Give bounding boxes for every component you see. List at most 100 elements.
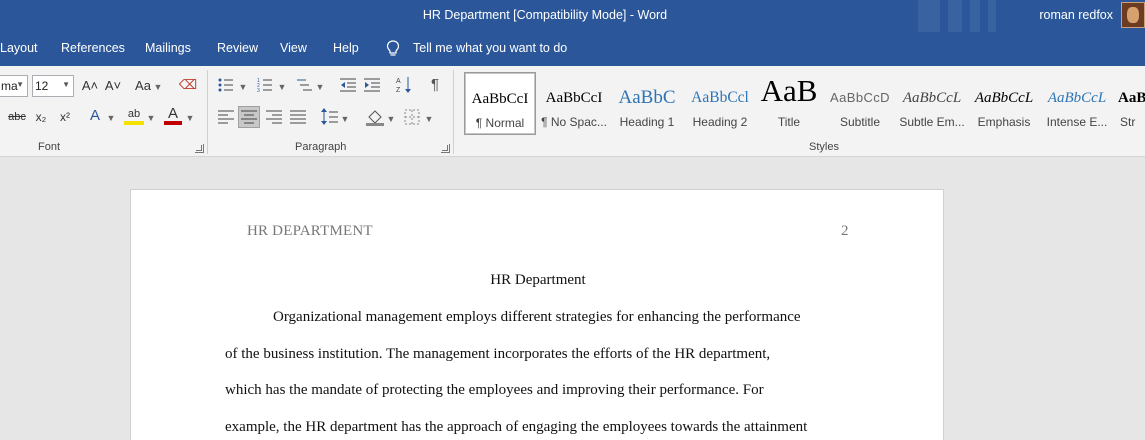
document-canvas: HR DEPARTMENT 2 HR Department Organizati… [0, 157, 1145, 440]
paragraph-group-label: Paragraph [295, 141, 347, 153]
align-center-button[interactable] [238, 106, 260, 128]
style-name: ¶ No Spac... [541, 115, 607, 129]
body-line: which has the mandate of protecting the … [225, 382, 764, 398]
chevron-down-icon[interactable]: ▼ [185, 109, 195, 127]
font-name-combo[interactable]: ma ▼ [0, 75, 28, 97]
account-name[interactable]: roman redfox [1039, 8, 1113, 22]
style-name: Emphasis [977, 115, 1031, 129]
chevron-down-icon[interactable]: ▼ [238, 78, 248, 96]
style-emphasis[interactable]: AaBbCcL Emphasis [969, 72, 1039, 135]
align-right-icon[interactable] [266, 110, 282, 124]
chevron-down-icon[interactable]: ▼ [153, 78, 163, 96]
highlight-color-button[interactable]: ab [124, 107, 144, 125]
numbering-icon[interactable]: 1 2 3 [257, 78, 273, 92]
subscript-button[interactable]: x₂ [32, 108, 50, 126]
chevron-down-icon[interactable]: ▼ [106, 109, 116, 127]
style-name: Heading 1 [619, 115, 675, 129]
chevron-down-icon[interactable]: ▼ [146, 109, 156, 127]
style-sample: AaBbCcI [471, 91, 529, 107]
chevron-down-icon[interactable]: ▼ [424, 110, 434, 128]
svg-text:3: 3 [257, 88, 260, 92]
font-dialog-launcher-icon[interactable] [195, 144, 204, 153]
bullets-icon[interactable] [218, 78, 234, 92]
style-name: Subtitle [839, 115, 881, 129]
tab-layout[interactable]: Layout [0, 41, 38, 55]
page-number: 2 [841, 223, 849, 239]
sort-icon[interactable]: AZ [396, 76, 412, 94]
superscript-button[interactable]: x² [56, 108, 74, 126]
tab-mailings[interactable]: Mailings [145, 41, 191, 55]
chevron-down-icon: ▼ [62, 80, 70, 89]
body-line: Organizational management employs differ… [273, 309, 801, 325]
paragraph-dialog-launcher-icon[interactable] [441, 144, 450, 153]
style-sample: AaBbCcD [830, 90, 890, 105]
style-intense-emphasis[interactable]: AaBbCcL Intense E... [1042, 72, 1112, 135]
borders-icon[interactable] [404, 109, 420, 125]
document-page[interactable]: HR DEPARTMENT 2 HR Department Organizati… [130, 189, 944, 440]
shading-icon[interactable] [366, 108, 384, 126]
font-group-label: Font [38, 141, 61, 153]
style-sample: AaB [760, 73, 818, 108]
style-name: Str [1120, 115, 1136, 129]
running-head: HR DEPARTMENT [247, 223, 373, 239]
style-subtle-emphasis[interactable]: AaBbCcL Subtle Em... [897, 72, 967, 135]
group-divider [453, 70, 454, 154]
strikethrough-button[interactable]: abc [6, 108, 28, 126]
style-name: Intense E... [1046, 115, 1108, 129]
style-sample: AaBbCcl [691, 89, 749, 106]
document-title: HR Department [490, 272, 586, 288]
style-sample: AaBbCcL [1047, 90, 1107, 106]
chevron-down-icon[interactable]: ▼ [386, 110, 396, 128]
window-title: HR Department [Compatibility Mode] - Wor… [422, 8, 668, 22]
align-center-icon [241, 110, 257, 124]
style-sample: AaBbC [618, 87, 676, 108]
tell-me-search[interactable]: Tell me what you want to do [413, 41, 567, 55]
style-no-spacing[interactable]: AaBbCcI ¶ No Spac... [538, 72, 610, 135]
style-strong[interactable]: AaB Str [1114, 72, 1145, 135]
style-subtitle[interactable]: AaBbCcD Subtitle [824, 72, 896, 135]
align-left-icon[interactable] [218, 110, 234, 124]
ribbon: ma ▼ 12 ▼ A˄ A˅ Aa ▼ ⌫ abc x₂ x² A ▼ ab … [0, 66, 1145, 157]
tab-review[interactable]: Review [217, 41, 258, 55]
avatar[interactable] [1121, 2, 1145, 28]
svg-text:Z: Z [396, 87, 401, 94]
chevron-down-icon[interactable]: ▼ [315, 78, 325, 96]
style-sample: AaBbCcL [902, 90, 962, 106]
change-case-button[interactable]: Aa [133, 77, 153, 95]
grow-font-button[interactable]: A˄ [80, 77, 100, 95]
style-name: Title [777, 115, 801, 129]
chevron-down-icon[interactable]: ▼ [340, 110, 350, 128]
font-size-combo[interactable]: 12 ▼ [32, 75, 74, 97]
body-line: example, the HR department has the appro… [225, 419, 808, 435]
ribbon-tabs: Layout References Mailings Review View H… [0, 32, 1145, 66]
line-spacing-icon[interactable] [320, 108, 338, 126]
text-effects-button[interactable]: A [86, 107, 104, 125]
tab-help[interactable]: Help [333, 41, 359, 55]
tab-references[interactable]: References [61, 41, 125, 55]
style-title[interactable]: AaB Title [758, 72, 820, 135]
style-name: ¶ Normal [475, 116, 525, 130]
multilevel-list-icon[interactable] [296, 78, 312, 92]
clear-formatting-icon[interactable]: ⌫ [177, 76, 199, 94]
style-name: Heading 2 [692, 115, 748, 129]
style-heading-1[interactable]: AaBbC Heading 1 [611, 72, 683, 135]
body-line: of the business institution. The managem… [225, 346, 771, 362]
justify-icon[interactable] [290, 110, 306, 124]
font-size-value: 12 [35, 79, 49, 93]
font-color-button[interactable]: A [164, 106, 182, 125]
chevron-down-icon[interactable]: ▼ [277, 78, 287, 96]
increase-indent-icon[interactable] [364, 78, 380, 92]
shrink-font-button[interactable]: A˅ [103, 77, 123, 95]
style-sample: AaBbCcL [974, 90, 1034, 106]
show-formatting-marks-button[interactable]: ¶ [426, 76, 444, 94]
styles-group-label: Styles [809, 141, 839, 153]
lightbulb-icon[interactable] [386, 40, 400, 57]
tab-view[interactable]: View [280, 41, 307, 55]
style-sample: AaB [1118, 90, 1145, 106]
styles-gallery: AaBbCcI ¶ Normal AaBbCcI ¶ No Spac... Aa… [462, 72, 1145, 135]
decrease-indent-icon[interactable] [340, 78, 356, 92]
style-sample: AaBbCcI [545, 90, 603, 106]
style-name: Subtle Em... [899, 115, 965, 129]
style-normal[interactable]: AaBbCcI ¶ Normal [464, 72, 536, 135]
style-heading-2[interactable]: AaBbCcl Heading 2 [684, 72, 756, 135]
